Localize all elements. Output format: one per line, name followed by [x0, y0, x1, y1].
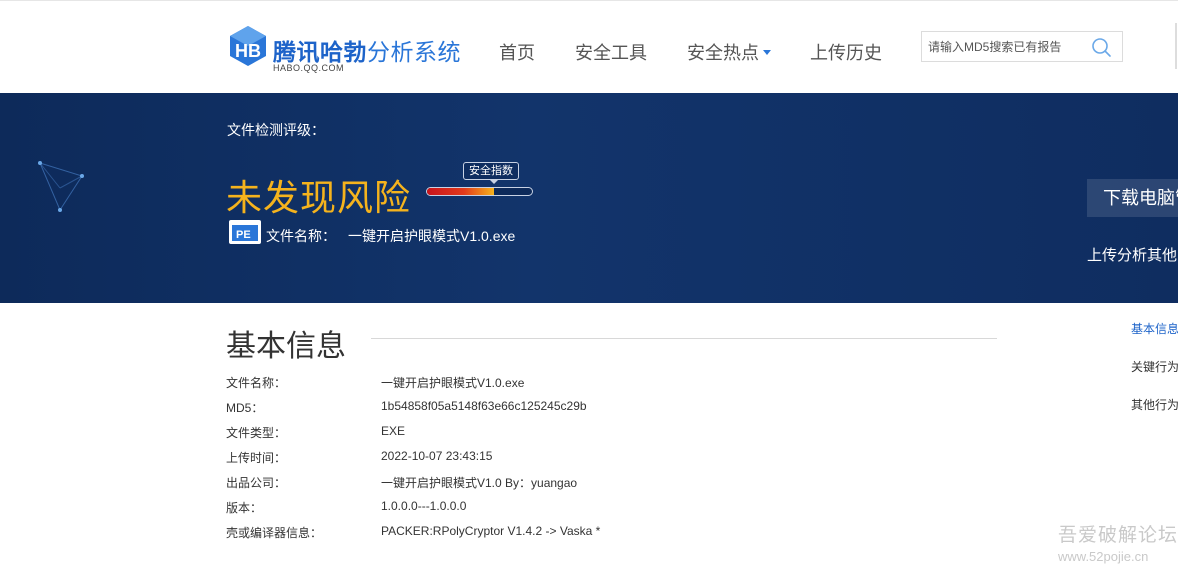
section-divider	[371, 338, 997, 339]
nav-security-tools[interactable]: 安全工具	[575, 39, 647, 65]
pe-file-icon: PE	[229, 220, 261, 244]
info-value: 1.0.0.0---1.0.0.0	[381, 499, 467, 513]
watermark-line2: www.52pojie.cn	[1058, 549, 1149, 564]
safety-index-fill	[427, 188, 495, 195]
logo-title-bold: 腾讯哈勃	[273, 39, 367, 65]
info-key: 文件名称：	[226, 376, 287, 390]
md5-search-box	[921, 31, 1123, 62]
habo-logo[interactable]: HB 腾讯哈勃分析系统 HABO.QQ.COM	[228, 25, 468, 75]
info-value: PACKER:RPolyCryptor V1.4.2 -> Vaska *	[381, 524, 601, 538]
info-key: 文件类型：	[226, 426, 287, 440]
detection-rating-label: 文件检测评级：	[227, 122, 325, 138]
result-banner: 文件检测评级： 未发现风险 安全指数 PE 文件名称： 一键开启护眼模式V1.0.…	[0, 93, 1178, 303]
basic-info-title: 基本信息	[226, 330, 346, 363]
pe-badge-text: PE	[236, 229, 251, 241]
watermark: 吾爱破解论坛 www.52pojie.cn	[1058, 520, 1178, 564]
side-nav-key-behavior[interactable]: 关键行为	[1131, 358, 1178, 375]
md5-search-input[interactable]	[928, 37, 1088, 57]
nav-home[interactable]: 首页	[499, 39, 535, 65]
info-value: 2022-10-07 23:43:15	[381, 449, 493, 463]
nav-security-hotspots-label: 安全热点	[687, 43, 759, 63]
nav-security-hotspots[interactable]: 安全热点	[687, 39, 771, 65]
watermark-line1: 吾爱破解论坛	[1058, 525, 1178, 546]
search-icon[interactable]	[1090, 36, 1112, 58]
info-key: 出品公司：	[226, 476, 287, 490]
logo-title-light: 分析系统	[367, 39, 461, 65]
info-value: 一键开启护眼模式V1.0 By：yuangao	[381, 476, 578, 490]
safety-index-bar	[426, 187, 533, 196]
side-nav-basic-info[interactable]: 基本信息	[1131, 320, 1178, 337]
safety-index-tag: 安全指数	[463, 162, 519, 184]
caret-down-icon	[763, 50, 771, 56]
file-name-label: 文件名称：	[266, 228, 336, 244]
svg-text:HB: HB	[235, 41, 261, 61]
file-name-value: 一键开启护眼模式V1.0.exe	[348, 228, 516, 244]
verdict-text: 未发现风险	[226, 177, 412, 218]
info-value: EXE	[381, 424, 406, 438]
upload-other-link[interactable]: 上传分析其他	[1087, 244, 1177, 265]
file-name-line: 文件名称： 一键开启护眼模式V1.0.exe	[266, 226, 515, 246]
triangle-decoration-icon	[38, 161, 84, 212]
header-divider	[1175, 23, 1177, 69]
download-pc-manager-button[interactable]: 下载电脑管	[1087, 179, 1178, 217]
logo-title: 腾讯哈勃分析系统	[273, 33, 461, 67]
logo-subtitle: HABO.QQ.COM	[273, 63, 345, 73]
habo-hb-logo-icon: HB	[230, 26, 266, 66]
info-key: 壳或编译器信息：	[226, 526, 323, 540]
side-nav-other-behavior[interactable]: 其他行为	[1131, 396, 1178, 413]
info-key: 上传时间：	[226, 451, 287, 465]
info-value: 1b54858f05a5148f63e66c125245c29b	[381, 399, 587, 413]
info-value: 一键开启护眼模式V1.0.exe	[381, 376, 525, 390]
top-header: HB 腾讯哈勃分析系统 HABO.QQ.COM 首页 安全工具 安全热点 上传历…	[0, 0, 1178, 93]
info-key: 版本：	[226, 501, 263, 515]
info-key: MD5：	[226, 401, 264, 415]
nav-upload-history[interactable]: 上传历史	[810, 39, 882, 65]
